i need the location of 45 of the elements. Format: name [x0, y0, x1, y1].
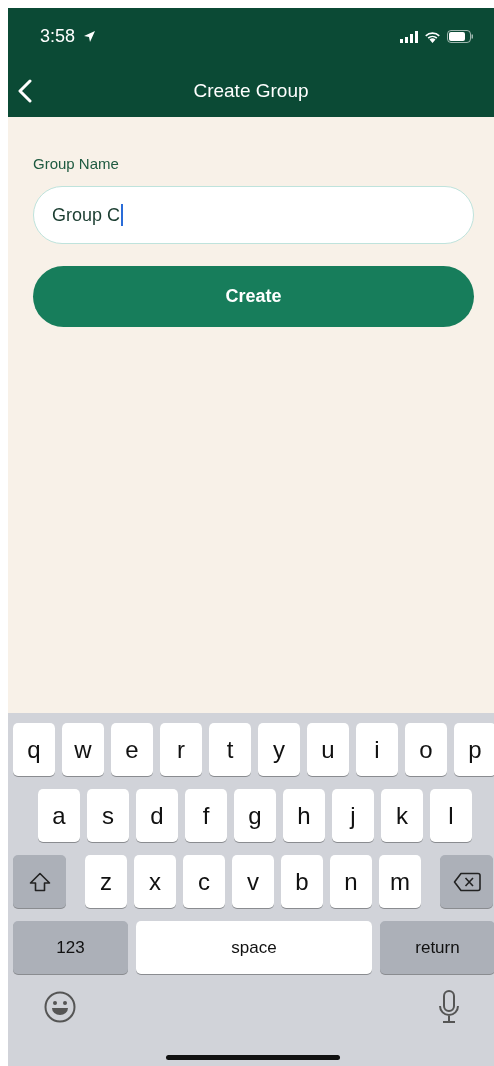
- microphone-icon[interactable]: [438, 990, 460, 1024]
- key[interactable]: f: [185, 789, 227, 842]
- emoji-icon[interactable]: [44, 991, 76, 1023]
- key[interactable]: n: [330, 855, 372, 908]
- shift-key[interactable]: [13, 855, 66, 908]
- create-button[interactable]: Create: [33, 266, 474, 327]
- battery-icon: [447, 30, 474, 43]
- group-name-field[interactable]: Group C: [33, 186, 474, 244]
- key[interactable]: y: [258, 723, 300, 776]
- key[interactable]: w: [62, 723, 104, 776]
- key[interactable]: u: [307, 723, 349, 776]
- key[interactable]: b: [281, 855, 323, 908]
- back-icon[interactable]: [18, 79, 32, 103]
- key[interactable]: i: [356, 723, 398, 776]
- space-key[interactable]: space: [136, 921, 372, 974]
- key[interactable]: a: [38, 789, 80, 842]
- key[interactable]: m: [379, 855, 421, 908]
- field-label: Group Name: [33, 155, 120, 172]
- numbers-key[interactable]: 123: [13, 921, 128, 974]
- key[interactable]: g: [234, 789, 276, 842]
- key[interactable]: k: [381, 789, 423, 842]
- shift-icon: [28, 871, 51, 892]
- screen-title: Create Group: [193, 80, 309, 102]
- key[interactable]: q: [13, 723, 55, 776]
- status-time: 3:58: [40, 26, 76, 47]
- wifi-icon: [424, 30, 441, 43]
- key[interactable]: r: [160, 723, 202, 776]
- signal-icon: [400, 30, 418, 43]
- key[interactable]: c: [183, 855, 225, 908]
- key[interactable]: s: [87, 789, 129, 842]
- key[interactable]: x: [134, 855, 176, 908]
- key[interactable]: h: [283, 789, 325, 842]
- key[interactable]: l: [430, 789, 472, 842]
- return-key[interactable]: return: [380, 921, 494, 974]
- location-arrow-icon: [83, 30, 97, 43]
- delete-key[interactable]: [440, 855, 493, 908]
- key[interactable]: t: [209, 723, 251, 776]
- key[interactable]: o: [405, 723, 447, 776]
- delete-icon: [452, 871, 481, 892]
- key[interactable]: p: [454, 723, 494, 776]
- key[interactable]: v: [232, 855, 274, 908]
- key[interactable]: d: [136, 789, 178, 842]
- key[interactable]: j: [332, 789, 374, 842]
- key[interactable]: e: [111, 723, 153, 776]
- key[interactable]: z: [85, 855, 127, 908]
